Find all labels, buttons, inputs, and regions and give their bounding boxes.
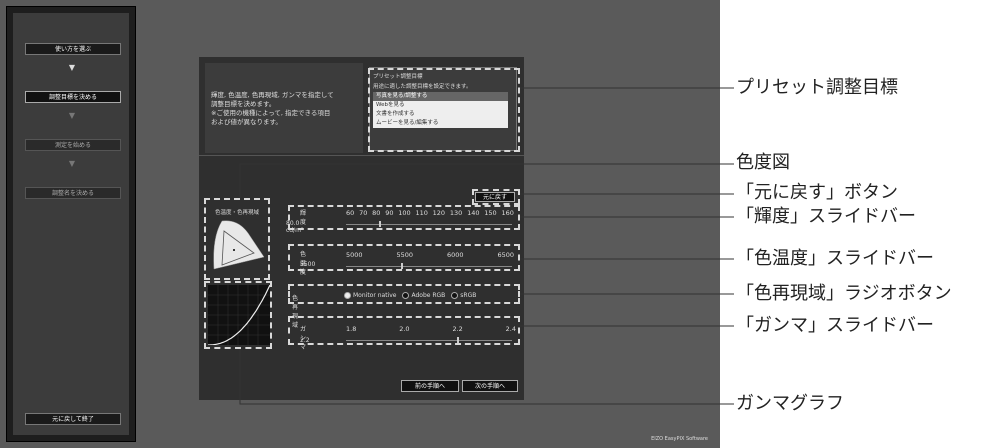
callout-gamma: 「ガンマ」スライドバー xyxy=(736,315,934,336)
callout-color-temp: 「色温度」スライドバー xyxy=(736,248,934,269)
callout-brightness: 「輝度」スライドバー xyxy=(736,206,916,227)
callout-gamma-graph: ガンマグラフ xyxy=(736,393,844,414)
callout-preset: プリセット調整目標 xyxy=(736,77,898,98)
callout-gamut: 「色再現域」ラジオボタン xyxy=(736,283,952,304)
callout-chromaticity: 色度図 xyxy=(736,152,790,173)
callout-reset: 「元に戻す」ボタン xyxy=(736,182,898,203)
